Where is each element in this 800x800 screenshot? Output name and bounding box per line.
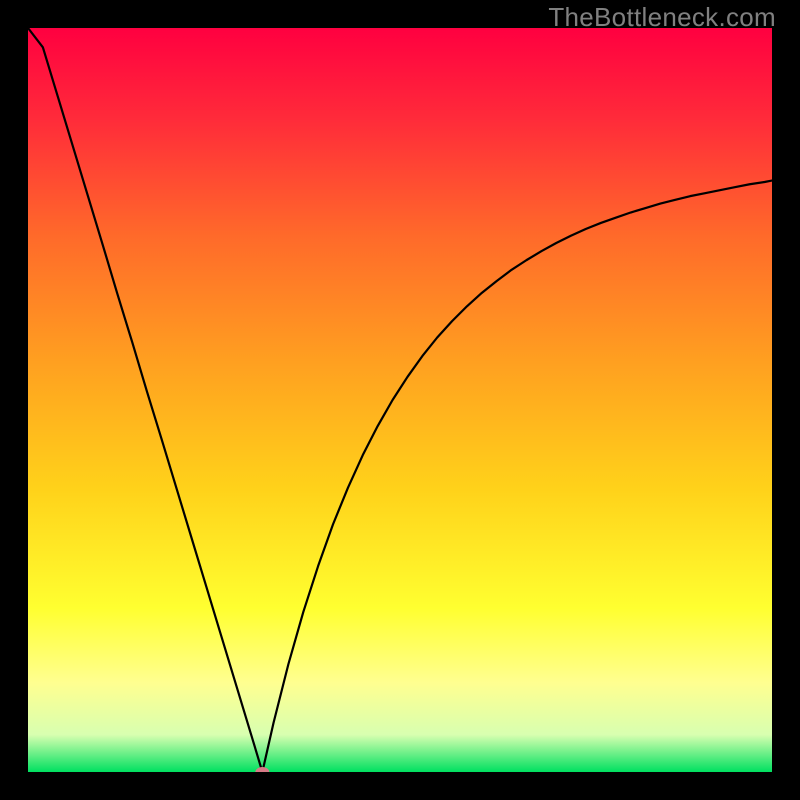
gradient-background xyxy=(28,28,772,772)
chart-frame: TheBottleneck.com xyxy=(0,0,800,800)
bottleneck-chart xyxy=(28,28,772,772)
